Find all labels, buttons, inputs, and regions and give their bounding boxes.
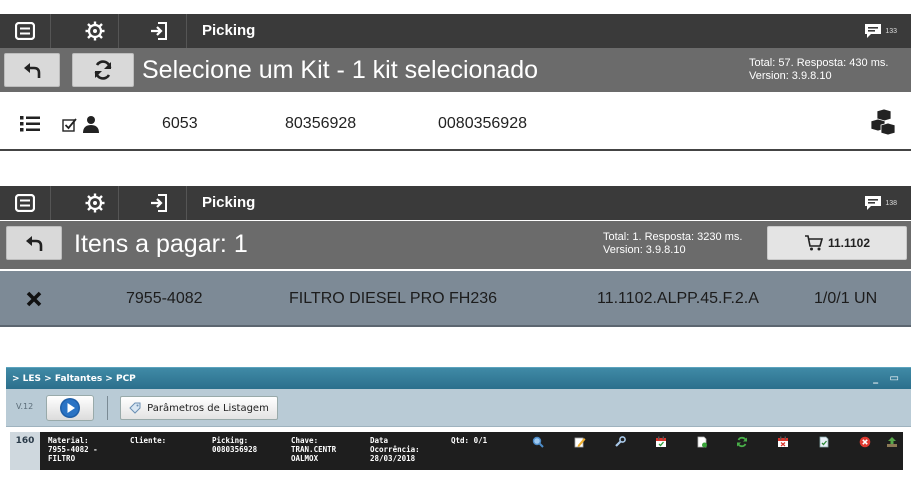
play-icon — [60, 398, 80, 418]
cliente-label: Cliente: — [130, 436, 167, 445]
app-title: Picking — [202, 22, 256, 39]
message-count-badge: 133 — [885, 27, 897, 35]
divider — [107, 396, 108, 420]
breadcrumb-bar: > LES > Faltantes > PCP _ ▭ — [6, 367, 911, 389]
user-icon — [82, 115, 100, 133]
result-row[interactable]: 160 Material: 7955-4082 - FILTRO Cliente… — [10, 432, 903, 470]
page-title: Itens a pagar: 1 — [74, 230, 248, 258]
qtd-field: Qtd: 0/1 — [451, 436, 488, 445]
data-label-2: Ocorrência: — [370, 445, 420, 454]
version-text: Version: 3.9.8.10 — [749, 70, 832, 82]
header-bar-1: Selecione um Kit - 1 kit selecionado Tot… — [0, 48, 911, 92]
sign-in-icon[interactable] — [134, 14, 184, 48]
divider — [186, 186, 187, 220]
total-response-text: Total: 1. Resposta: 3230 ms. — [603, 231, 743, 243]
kit-picking: 0080356928 — [438, 115, 527, 132]
run-button[interactable] — [46, 395, 94, 421]
list-parameters-button[interactable]: Parâmetros de Listagem — [120, 396, 278, 420]
listing-toolbar: V.12 Parâmetros de Listagem — [6, 389, 911, 427]
checkbox-checked-icon[interactable] — [62, 117, 78, 133]
version-label: V.12 — [16, 402, 34, 411]
refresh-button[interactable] — [72, 53, 134, 87]
material-value: 7955-4082 - — [48, 445, 98, 454]
response-info: Total: 1. Resposta: 3230 ms. Version: 3.… — [603, 231, 742, 257]
cart-label: 11.1102 — [827, 236, 871, 250]
divider — [50, 14, 51, 48]
document-check-icon[interactable] — [818, 436, 830, 448]
item-description: FILTRO DIESEL PRO FH236 — [289, 290, 498, 307]
material-label: Material: — [48, 436, 89, 445]
header-bar-2: Itens a pagar: 1 Total: 1. Resposta: 323… — [0, 221, 911, 269]
material-field: Material: 7955-4082 - FILTRO — [48, 436, 98, 463]
top-toolbar-2: Picking 138 — [0, 186, 911, 220]
picking-field: Picking: 0080356928 — [212, 436, 257, 454]
gear-icon[interactable] — [70, 186, 120, 220]
back-button[interactable] — [6, 226, 62, 260]
page-title: Selecione um Kit - 1 kit selecionado — [142, 56, 539, 84]
data-field: Data Ocorrência: 28/03/2018 — [370, 436, 420, 463]
calendar-icon[interactable] — [777, 436, 789, 448]
app-title: Picking — [202, 194, 256, 211]
kit-row[interactable]: 6053 80356928 0080356928 — [0, 97, 911, 151]
back-button[interactable] — [4, 53, 60, 87]
divider — [186, 14, 187, 48]
cart-icon — [804, 235, 824, 251]
window-controls[interactable]: _ ▭ — [873, 368, 903, 390]
chave-value-2: OALMOX — [291, 454, 319, 463]
messages-indicator[interactable]: 133 — [863, 14, 897, 48]
list-parameters-label: Parâmetros de Listagem — [147, 402, 269, 414]
menu-icon[interactable] — [0, 186, 50, 220]
cart-button[interactable]: 11.1102 — [767, 226, 907, 260]
picking-value: 0080356928 — [212, 445, 258, 454]
calendar-icon[interactable] — [655, 436, 667, 448]
search-icon[interactable] — [532, 436, 544, 448]
back-arrow-icon — [26, 236, 43, 251]
kit-code: 6053 — [162, 115, 198, 132]
divider — [118, 186, 119, 220]
chave-value: TRAN.CENTR — [291, 445, 337, 454]
list-icon[interactable] — [20, 115, 40, 133]
chat-icon — [865, 196, 882, 210]
version-text: Version: 3.9.8.10 — [603, 244, 686, 256]
response-info: Total: 57. Resposta: 430 ms. Version: 3.… — [749, 57, 888, 83]
document-icon[interactable] — [696, 436, 708, 448]
refresh-icon — [94, 60, 112, 80]
tag-icon — [129, 402, 141, 414]
back-arrow-icon — [24, 63, 41, 78]
upload-icon[interactable] — [886, 436, 898, 448]
item-part-number: 7955-4082 — [126, 290, 203, 307]
sign-in-icon[interactable] — [134, 186, 184, 220]
refresh-icon[interactable] — [736, 436, 748, 448]
menu-icon[interactable] — [0, 14, 50, 48]
cliente-field: Cliente: — [130, 436, 166, 445]
chave-field: Chave: TRAN.CENTR OALMOX — [291, 436, 336, 463]
message-count-badge: 138 — [885, 199, 897, 207]
wrench-icon[interactable] — [614, 436, 626, 448]
remove-icon[interactable] — [26, 291, 42, 307]
divider — [118, 14, 119, 48]
material-value-2: FILTRO — [48, 454, 76, 463]
top-toolbar-1: Picking 133 — [0, 14, 911, 48]
cancel-icon[interactable] — [859, 436, 871, 448]
item-row[interactable]: 7955-4082 FILTRO DIESEL PRO FH236 11.110… — [0, 271, 911, 327]
chat-icon — [865, 24, 882, 38]
item-quantity: 1/0/1 UN — [814, 290, 878, 307]
boxes-icon[interactable] — [870, 109, 896, 137]
breadcrumb[interactable]: > LES > Faltantes > PCP — [12, 374, 136, 384]
divider — [50, 186, 51, 220]
picking-label: Picking: — [212, 436, 249, 445]
edit-icon[interactable] — [574, 436, 586, 448]
data-value: 28/03/2018 — [370, 454, 416, 463]
row-number: 160 — [10, 432, 40, 470]
gear-icon[interactable] — [70, 14, 120, 48]
chave-label: Chave: — [291, 436, 319, 445]
messages-indicator[interactable]: 138 — [863, 186, 897, 220]
data-label: Data — [370, 436, 389, 445]
kit-material: 80356928 — [285, 115, 357, 132]
item-location: 11.1102.ALPP.45.F.2.A — [597, 290, 759, 307]
total-response-text: Total: 57. Resposta: 430 ms. — [749, 57, 889, 69]
